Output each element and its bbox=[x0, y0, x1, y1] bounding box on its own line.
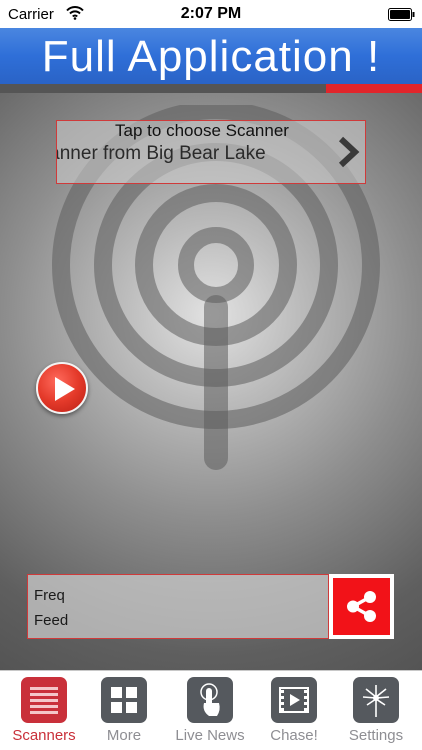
share-button-face bbox=[333, 578, 390, 635]
banner-title: Full Application ! bbox=[41, 32, 381, 81]
film-icon bbox=[271, 677, 317, 723]
chevron-right-icon bbox=[335, 135, 361, 169]
tab-chase[interactable]: Chase! bbox=[252, 677, 336, 749]
tab-bar: Scanners More Live News Chase! Settings bbox=[0, 670, 422, 750]
scanner-picker-value: Scanner from Big Bear Lake bbox=[57, 143, 266, 164]
share-icon bbox=[347, 591, 376, 622]
scanner-picker[interactable]: Tap to choose Scanner Scanner from Big B… bbox=[56, 120, 366, 184]
tab-settings[interactable]: Settings bbox=[334, 677, 418, 749]
tab-more-label: More bbox=[106, 727, 142, 744]
status-bar: Carrier 2:07 PM bbox=[0, 0, 422, 28]
play-icon bbox=[55, 377, 75, 401]
feed-label: Feed bbox=[34, 612, 69, 629]
full-app-banner[interactable]: Full Application ! bbox=[0, 28, 422, 84]
tab-scanners-label: Scanners bbox=[12, 727, 76, 744]
tab-live-news[interactable]: Live News bbox=[168, 677, 252, 749]
scanner-info-panel: Freq Feed bbox=[27, 574, 329, 639]
tab-more[interactable]: More bbox=[82, 677, 166, 749]
touch-icon bbox=[187, 677, 233, 723]
scanner-screen: Carrier 2:07 PM Full Application ! Tap t… bbox=[0, 0, 422, 750]
tab-settings-label: Settings bbox=[348, 727, 404, 744]
freq-label: Freq bbox=[34, 587, 65, 604]
scanner-picker-label: Tap to choose Scanner bbox=[115, 121, 289, 140]
tab-chase-label: Chase! bbox=[270, 727, 318, 744]
grid-icon bbox=[101, 677, 147, 723]
tab-scanners[interactable]: Scanners bbox=[2, 677, 86, 749]
clock: 2:07 PM bbox=[180, 5, 242, 22]
tab-live-news-label: Live News bbox=[175, 727, 245, 744]
sparkle-icon bbox=[353, 677, 399, 723]
share-button[interactable] bbox=[329, 574, 394, 639]
battery-icon bbox=[388, 8, 415, 21]
play-button[interactable] bbox=[36, 362, 88, 414]
banner-accent-strip bbox=[326, 84, 422, 93]
list-icon bbox=[21, 677, 67, 723]
